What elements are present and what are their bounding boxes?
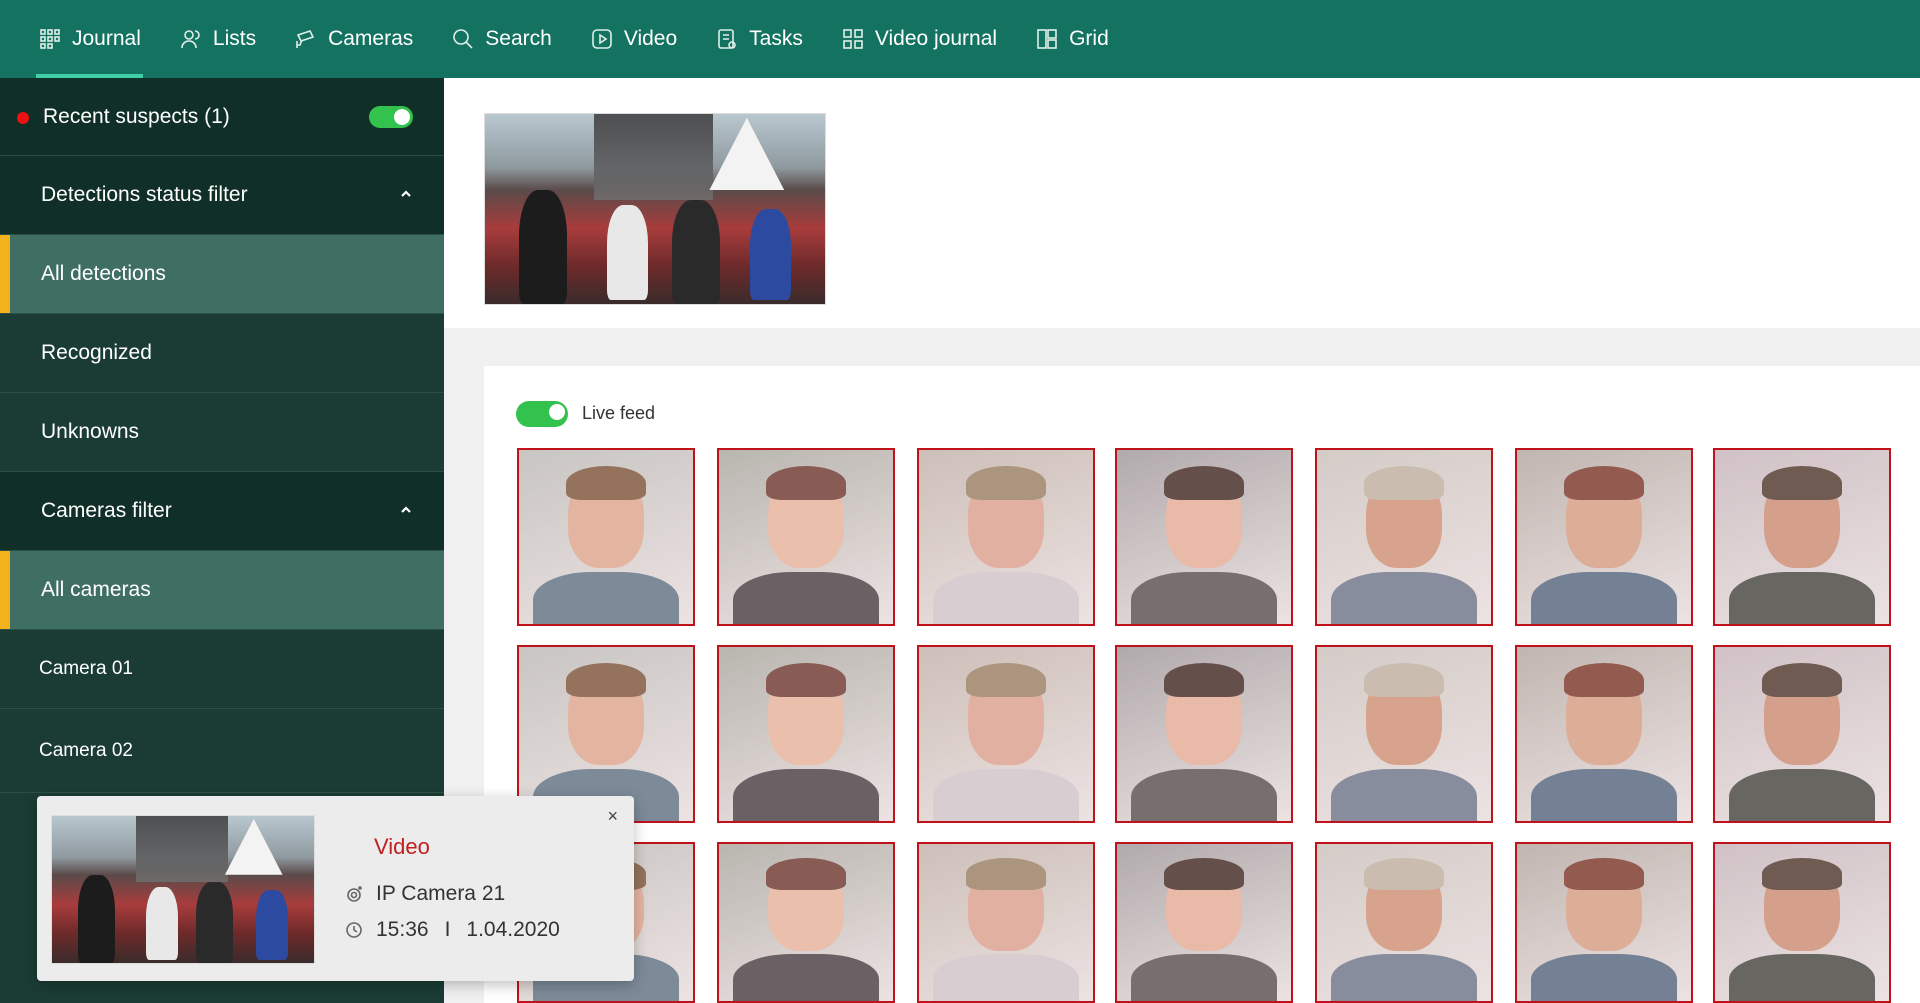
- face-thumbnail[interactable]: [1713, 448, 1891, 626]
- top-navigation: Journal Lists Cameras Search Video Tasks…: [0, 0, 1920, 78]
- live-feed-toggle[interactable]: [516, 401, 568, 427]
- cameras-filter-header[interactable]: Cameras filter: [0, 472, 444, 551]
- video-preview-area: [444, 78, 1920, 328]
- face-thumbnail[interactable]: [1315, 645, 1493, 823]
- recent-suspects-label: Recent suspects (1): [43, 104, 230, 128]
- recent-suspects-toggle[interactable]: [369, 106, 413, 128]
- filter-label: All detections: [41, 262, 166, 285]
- face-thumbnail[interactable]: [1115, 448, 1293, 626]
- nav-search[interactable]: Search: [441, 0, 562, 78]
- filter-all-cameras[interactable]: All cameras: [0, 551, 444, 630]
- face-thumbnail[interactable]: [1115, 645, 1293, 823]
- face-thumbnail[interactable]: [1115, 842, 1293, 1003]
- video-popup: × Video IP Camera 21 15:36 I 1.04.2020: [37, 796, 634, 981]
- detections-filter-header[interactable]: Detections status filter: [0, 156, 444, 235]
- tiles-icon: [843, 29, 863, 49]
- nav-label: Video: [623, 27, 678, 50]
- popup-camera-name: IP Camera 21: [376, 882, 506, 905]
- popup-video-thumbnail[interactable]: [51, 815, 315, 964]
- popup-date: 1.04.2020: [466, 918, 560, 941]
- filter-label: Recognized: [41, 341, 152, 364]
- nav-label: Search: [485, 27, 552, 50]
- face-thumbnail[interactable]: [1315, 842, 1493, 1003]
- camera-icon: [347, 886, 362, 902]
- nav-label: Journal: [72, 27, 141, 50]
- nav-label: Video journal: [874, 27, 998, 50]
- nav-cameras[interactable]: Cameras: [284, 0, 423, 78]
- face-thumbnail[interactable]: [717, 448, 895, 626]
- cameras-filter-label: Cameras filter: [41, 499, 172, 522]
- close-icon[interactable]: ×: [607, 806, 618, 827]
- filter-all-detections[interactable]: All detections: [0, 235, 444, 314]
- nav-video[interactable]: Video: [580, 0, 687, 78]
- video-thumbnail[interactable]: [484, 113, 826, 305]
- nav-lists[interactable]: Lists: [169, 0, 266, 78]
- popup-title[interactable]: Video: [374, 834, 430, 860]
- filter-label: All cameras: [41, 578, 151, 601]
- nav-label: Grid: [1069, 27, 1109, 50]
- popup-separator: I: [444, 918, 451, 941]
- face-thumbnail[interactable]: [917, 645, 1095, 823]
- nav-journal[interactable]: Journal: [28, 0, 151, 78]
- popup-time: 15:36: [376, 918, 429, 941]
- popup-time-line: 15:36 I 1.04.2020: [344, 918, 560, 942]
- face-thumbnail[interactable]: [1713, 645, 1891, 823]
- alert-dot-icon: [17, 112, 29, 124]
- face-thumbnail[interactable]: [1713, 842, 1891, 1003]
- grid-layout-icon: [1037, 29, 1057, 49]
- nav-tasks[interactable]: Tasks: [705, 0, 813, 78]
- clock-icon: [346, 922, 362, 938]
- face-thumbnail[interactable]: [517, 448, 695, 626]
- search-icon: [453, 29, 473, 49]
- face-thumbnail[interactable]: [717, 645, 895, 823]
- recent-suspects-row[interactable]: Recent suspects (1): [0, 78, 444, 156]
- tasks-icon: [718, 29, 736, 49]
- filter-unknowns[interactable]: Unknowns: [0, 393, 444, 472]
- face-thumbnail[interactable]: [1515, 842, 1693, 1003]
- detections-filter-label: Detections status filter: [41, 183, 248, 206]
- nav-video-journal[interactable]: Video journal: [831, 0, 1007, 78]
- face-thumbnail[interactable]: [1315, 448, 1493, 626]
- users-icon: [181, 30, 200, 49]
- nav-label: Cameras: [328, 27, 414, 50]
- face-thumbnail[interactable]: [717, 842, 895, 1003]
- popup-camera-line: IP Camera 21: [344, 882, 505, 906]
- face-thumbnail[interactable]: [917, 448, 1095, 626]
- live-feed-label: Live feed: [582, 403, 656, 423]
- chevron-up-icon[interactable]: [396, 500, 416, 520]
- filter-camera-02[interactable]: Camera 02: [0, 709, 444, 793]
- filter-recognized[interactable]: Recognized: [0, 314, 444, 393]
- nav-label: Tasks: [749, 27, 803, 50]
- cctv-camera-icon: [296, 30, 315, 48]
- filter-label: Camera 02: [39, 739, 133, 761]
- chevron-up-icon[interactable]: [396, 184, 416, 204]
- face-thumbnail[interactable]: [917, 842, 1095, 1003]
- grid-dots-icon: [40, 29, 60, 49]
- nav-grid[interactable]: Grid: [1025, 0, 1119, 78]
- face-thumbnail[interactable]: [1515, 448, 1693, 626]
- nav-label: Lists: [212, 27, 257, 50]
- play-icon: [592, 29, 612, 49]
- face-thumbnail[interactable]: [1515, 645, 1693, 823]
- filter-camera-01[interactable]: Camera 01: [0, 630, 444, 709]
- filter-label: Unknowns: [41, 420, 140, 443]
- filter-label: Camera 01: [39, 658, 133, 679]
